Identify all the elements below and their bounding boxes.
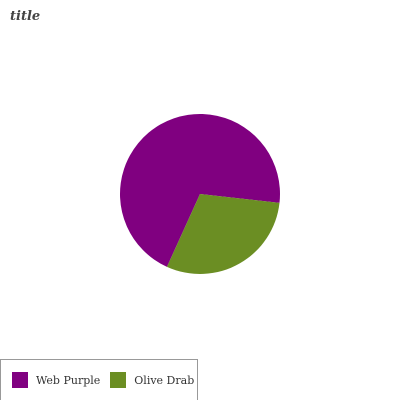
legend-item-web-purple: Web Purple — [12, 372, 100, 388]
legend-swatch-web-purple — [12, 372, 28, 388]
chart-page: title Web Purple Olive Drab — [0, 0, 400, 400]
pie-chart — [119, 113, 280, 274]
legend: Web Purple Olive Drab — [0, 359, 198, 400]
legend-item-olive-drab: Olive Drab — [110, 372, 194, 388]
legend-label: Olive Drab — [134, 373, 195, 387]
legend-label: Web Purple — [36, 373, 101, 387]
legend-swatch-olive-drab — [110, 372, 127, 388]
